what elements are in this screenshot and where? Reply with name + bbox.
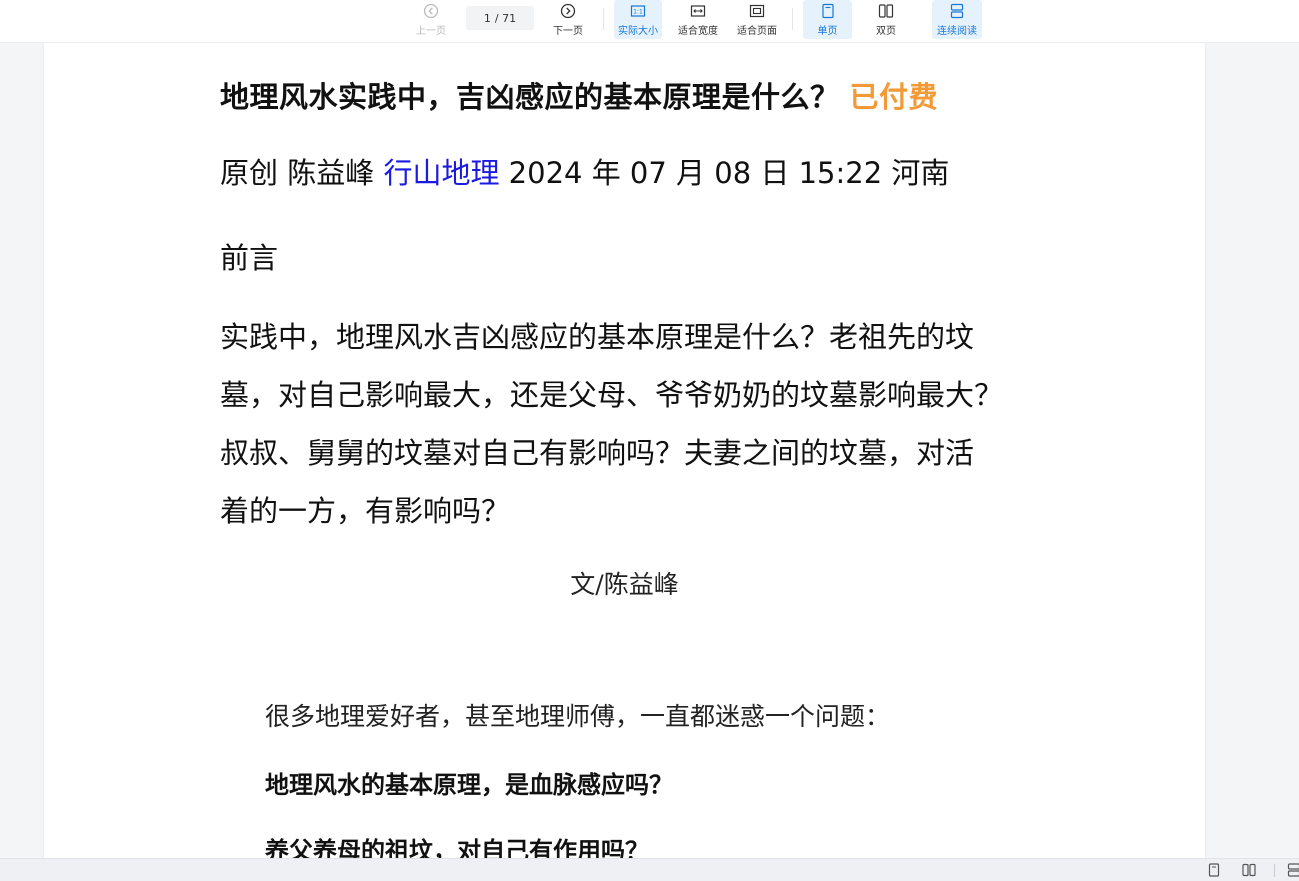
continuous-reading-icon (950, 3, 964, 18)
continuous-reading-label: 连续阅读 (937, 25, 977, 37)
author-byline: 文/陈益峰 (570, 570, 679, 599)
fit-page-icon (749, 4, 765, 17)
single-page-view-icon[interactable] (1206, 862, 1222, 878)
fit-width-icon (690, 4, 706, 17)
paid-badge: 已付费 (849, 80, 939, 114)
double-page-button[interactable]: 双页 (864, 0, 908, 39)
double-page-label: 双页 (876, 25, 896, 37)
double-page-view-icon[interactable] (1241, 862, 1257, 878)
body-paragraph: 很多地理爱好者，甚至地理师傅，一直都迷惑一个问题： (265, 702, 891, 731)
fit-width-button[interactable]: 适合宽度 (674, 0, 722, 39)
toolbar-divider (792, 8, 793, 30)
preface-heading: 前言 (220, 241, 279, 275)
prev-page-button[interactable]: 上一页 (410, 0, 452, 39)
article-title-text: 地理风水实践中，吉凶感应的基本原理是什么？ (220, 80, 840, 114)
current-page-input[interactable]: 1 (484, 12, 491, 25)
question-heading: 养父养母的祖坟，对自己有作用吗？ (265, 837, 649, 858)
single-page-icon (821, 3, 834, 18)
intro-line: 墓，对自己影响最大，还是父母、爷爷奶奶的坟墓影响最大？ (220, 378, 1004, 412)
document-page: 地理风水实践中，吉凶感应的基本原理是什么？ 已付费 原创 陈益峰 行山地理 202… (44, 43, 1205, 858)
reader-toolbar: 上一页 1 / 71 下一页 1:1 实际大小 适合宽度 适合页面 单页 双页 … (0, 0, 1299, 43)
next-page-label: 下一页 (553, 25, 583, 37)
single-page-label: 单页 (817, 25, 838, 37)
article-title: 地理风水实践中，吉凶感应的基本原理是什么？ 已付费 (220, 74, 938, 116)
total-pages: / 71 (494, 11, 517, 25)
question-heading: 地理风水的基本原理，是血脉感应吗？ (265, 771, 673, 799)
meta-author: 原创 陈益峰 (220, 156, 375, 190)
fit-page-label: 适合页面 (737, 25, 777, 37)
actual-size-label: 实际大小 (618, 25, 658, 37)
intro-line: 着的一方，有影响吗？ (220, 494, 511, 528)
article-meta: 原创 陈益峰 行山地理 2024 年 07 月 08 日 15:22 河南 (220, 150, 949, 192)
single-page-button[interactable]: 单页 (803, 0, 852, 39)
status-divider (1274, 864, 1275, 877)
svg-text:1:1: 1:1 (633, 8, 643, 15)
fit-width-label: 适合宽度 (678, 25, 718, 37)
intro-line: 实践中，地理风水吉凶感应的基本原理是什么？老祖先的坟 (220, 320, 975, 354)
toolbar-divider (603, 8, 604, 30)
chevron-left-circle-icon (423, 3, 439, 18)
page-number-box[interactable]: 1 / 71 (466, 6, 534, 30)
continuous-reading-button[interactable]: 连续阅读 (932, 0, 982, 39)
fit-page-button[interactable]: 适合页面 (733, 0, 781, 39)
intro-line: 叔叔、舅舅的坟墓对自己有影响吗？夫妻之间的坟墓，对活 (220, 436, 975, 470)
intro-paragraph: 实践中，地理风水吉凶感应的基本原理是什么？老祖先的坟 墓，对自己影响最大，还是父… (220, 308, 1035, 540)
actual-size-button[interactable]: 1:1 实际大小 (614, 0, 662, 39)
account-link[interactable]: 行山地理 (383, 156, 499, 190)
continuous-view-icon[interactable] (1286, 862, 1299, 878)
next-page-button[interactable]: 下一页 (546, 0, 590, 39)
double-page-icon (878, 3, 894, 18)
status-bar (0, 858, 1299, 881)
prev-page-label: 上一页 (416, 25, 446, 37)
meta-date-location: 2024 年 07 月 08 日 15:22 河南 (508, 156, 950, 190)
chevron-right-circle-icon (560, 3, 576, 18)
actual-size-icon: 1:1 (630, 4, 646, 17)
